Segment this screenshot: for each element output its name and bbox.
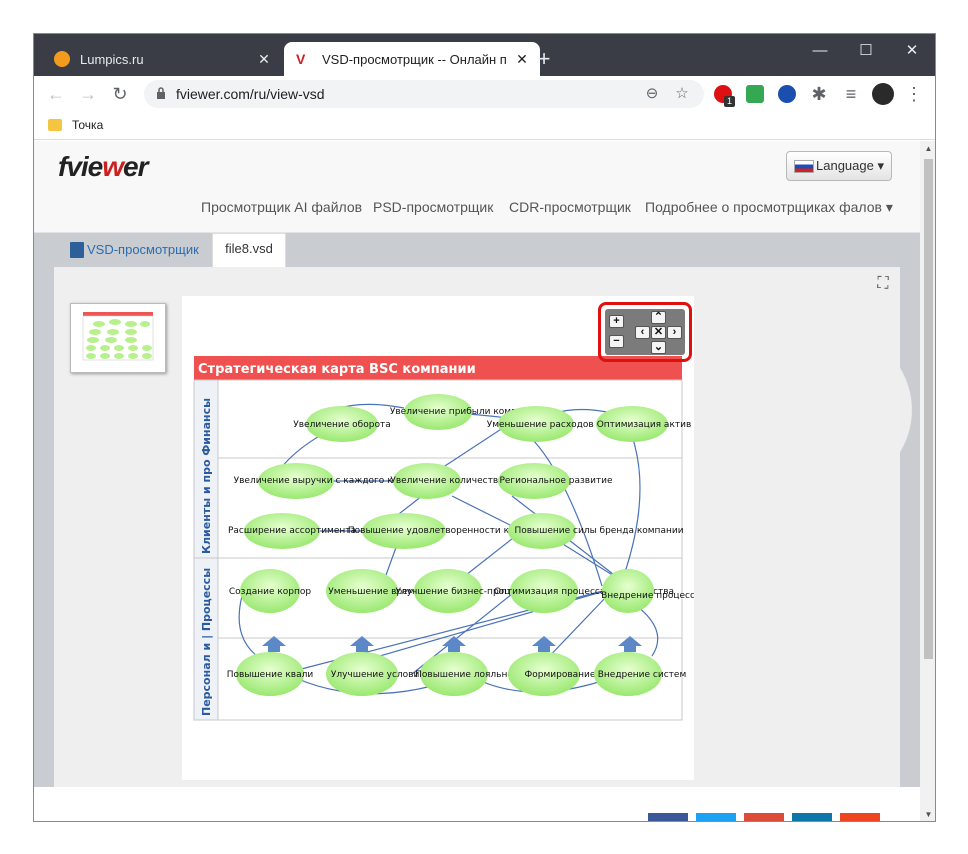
browser-titlebar: Lumpics.ru ✕ V VSD-просмотрщик -- Онлайн…	[34, 34, 935, 76]
thumbnail-preview	[82, 312, 154, 361]
lumpics-favicon-icon	[54, 51, 70, 67]
browser-toolbar: ← → ↻ fviewer.com/ru/view-vsd ⊖ ☆ 1 ✱ ≡ …	[34, 76, 935, 112]
fullscreen-icon[interactable]: ⛶	[872, 275, 894, 293]
extensions-puzzle-icon[interactable]: ✱	[807, 82, 831, 106]
viewer-tabs: VSD-просмотрщик file8.vsd	[34, 233, 920, 267]
tab-close-icon[interactable]: ✕	[254, 51, 274, 68]
node-label: Создание корпор	[229, 587, 311, 597]
nav-more-viewers[interactable]: Подробнее о просмотрщиках фалов ▾	[645, 199, 893, 216]
pan-left-button[interactable]: ‹	[635, 326, 650, 339]
nav-ai-viewer[interactable]: Просмотрщик AI файлов	[201, 199, 362, 215]
logo-part1: fvie	[58, 151, 103, 182]
page-scrollbar[interactable]: ▲ ▼	[920, 141, 935, 821]
bookmarks-bar: Точка	[34, 112, 935, 140]
share-twitter-icon[interactable]	[696, 813, 736, 821]
bsc-diagram: Стратегическая карта BSC компании Клиент…	[193, 356, 694, 721]
node-label: Улучшение условий	[331, 670, 425, 680]
logo-part3: er	[123, 151, 148, 182]
extension-vpn-icon[interactable]	[778, 85, 796, 103]
tab-vsd-viewer[interactable]: VSD-просмотрщик	[68, 233, 210, 267]
fviewer-logo[interactable]: fviewer	[58, 151, 149, 183]
tab-vsd-viewer-label: VSD-просмотрщик	[87, 242, 199, 257]
nav-psd-viewer[interactable]: PSD-просмотрщик	[373, 199, 493, 215]
pan-right-button[interactable]: ›	[667, 326, 682, 339]
zoom-in-button[interactable]: +	[609, 315, 624, 328]
russia-flag-icon	[794, 159, 814, 173]
tab-title: Lumpics.ru	[80, 51, 144, 67]
scroll-down-icon[interactable]: ▼	[920, 807, 935, 821]
lane-label-personnel-processes: Персонал и | Процессы	[200, 568, 213, 716]
avatar[interactable]	[872, 83, 894, 105]
zoom-out-button[interactable]: −	[609, 335, 624, 348]
address-bar[interactable]: fviewer.com/ru/view-vsd ⊖ ☆	[144, 80, 704, 108]
diagram-canvas[interactable]: Стратегическая карта BSC компании Клиент…	[182, 296, 694, 780]
media-queue-icon[interactable]: ≡	[839, 82, 863, 106]
node-label: Увеличение оборота	[293, 420, 390, 430]
fviewer-favicon-icon: V	[296, 51, 306, 67]
page-thumbnail[interactable]	[70, 303, 166, 373]
reload-icon[interactable]: ↻	[108, 82, 132, 106]
share-more-icon[interactable]	[840, 813, 880, 821]
forward-icon[interactable]: →	[76, 82, 100, 106]
node-label: Расширение ассортимента	[228, 526, 356, 536]
node-label: Повышение силы бренда компании	[514, 526, 683, 536]
tab-title: VSD-просмотрщик -- Онлайн п	[322, 51, 507, 67]
browser-tab-lumpics[interactable]: Lumpics.ru ✕	[42, 42, 282, 76]
node-label: Внедрение процесс	[601, 591, 694, 601]
reset-view-button[interactable]: ✕	[651, 326, 666, 339]
extension-badge: 1	[724, 96, 735, 107]
bookmark-label: Точка	[72, 118, 104, 132]
node-label: Региональное развитие	[499, 476, 613, 486]
pan-down-button[interactable]: ⌄	[651, 341, 666, 354]
logo-part2: w	[102, 151, 124, 182]
language-label: Language ▾	[816, 158, 884, 173]
bookmark-star-icon[interactable]: ☆	[672, 84, 692, 104]
url-text[interactable]: fviewer.com/ru/view-vsd	[176, 86, 325, 102]
pan-up-button[interactable]: ⌃	[651, 311, 666, 324]
back-icon[interactable]: ←	[44, 82, 68, 106]
viewer-pane: ⛶ Стратегическая карта BSC компании Клие…	[54, 267, 900, 787]
tab-close-icon[interactable]: ✕	[512, 51, 532, 68]
folder-icon	[48, 119, 62, 131]
scroll-up-icon[interactable]: ▲	[920, 141, 935, 157]
vsd-file-icon	[70, 242, 84, 258]
lock-icon	[157, 87, 165, 99]
tab-file8[interactable]: file8.vsd	[212, 233, 286, 267]
close-window-icon[interactable]: ✕	[889, 38, 935, 64]
language-button[interactable]: Language ▾	[786, 151, 892, 181]
scroll-thumb[interactable]	[924, 159, 933, 659]
diagram-title: Стратегическая карта BSC компании	[198, 362, 476, 377]
browser-window: Lumpics.ru ✕ V VSD-просмотрщик -- Онлайн…	[33, 33, 936, 822]
extension-check-icon[interactable]	[746, 85, 764, 103]
node-label: Увеличение количества	[390, 476, 503, 486]
zoom-control-panel: + − ⌃ ‹ ✕ › ⌄	[605, 309, 685, 355]
node-label: Формирование	[525, 670, 596, 680]
page-viewport: fviewer Language ▾ Просмотрщик AI файлов…	[34, 141, 920, 821]
node-label: Оптимизация актив	[597, 420, 692, 430]
browser-tab-vsd-viewer[interactable]: V VSD-просмотрщик -- Онлайн п ✕	[284, 42, 540, 76]
lane-label-clients-finance: Клиенты и про Финансы	[200, 398, 213, 554]
new-tab-icon[interactable]: +	[532, 46, 556, 72]
minimize-icon[interactable]: —	[797, 38, 843, 64]
bookmark-item[interactable]: Точка	[48, 118, 103, 132]
site-header: fviewer Language ▾ Просмотрщик AI файлов…	[34, 141, 920, 233]
share-facebook-icon[interactable]	[648, 813, 688, 821]
maximize-icon[interactable]: ☐	[843, 38, 889, 64]
node-label: Внедрение систем	[598, 670, 687, 680]
node-label: Повышение квали	[227, 670, 314, 680]
share-google-icon[interactable]	[744, 813, 784, 821]
zoom-icon[interactable]: ⊖	[642, 84, 662, 104]
share-linkedin-icon[interactable]	[792, 813, 832, 821]
page-footer	[34, 787, 920, 821]
zoom-control-highlight: + − ⌃ ‹ ✕ › ⌄	[598, 302, 692, 362]
nav-cdr-viewer[interactable]: CDR-просмотрщик	[509, 199, 631, 215]
menu-kebab-icon[interactable]: ⋮	[902, 82, 926, 106]
